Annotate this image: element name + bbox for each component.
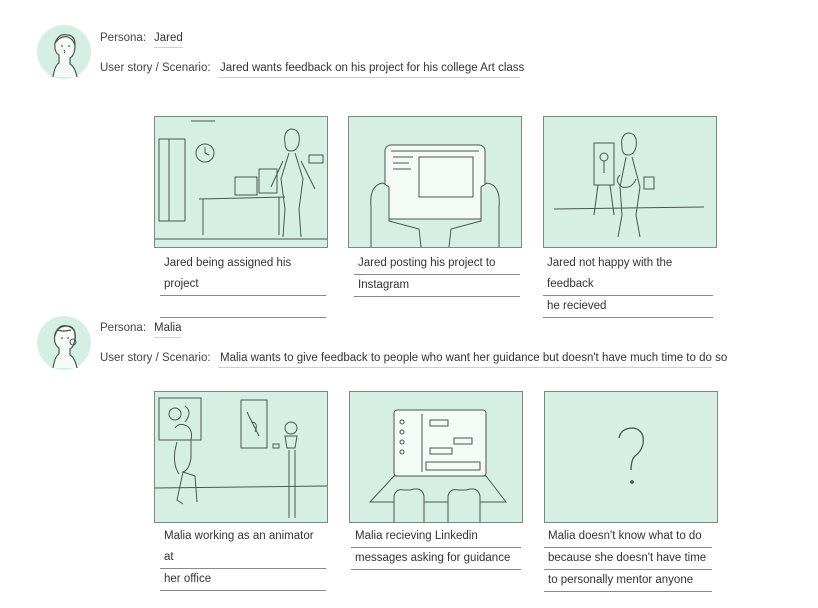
caption-line: Malia recieving Linkedin — [351, 526, 521, 548]
caption-line: to personally mentor anyone — [544, 570, 712, 592]
storyboard-panel-office — [154, 116, 328, 248]
caption-panel-2: Jared posting his project to Instagram — [354, 253, 520, 297]
caption-line: he recieved — [543, 296, 713, 318]
caption-line: Jared posting his project to — [354, 253, 520, 275]
question-mark-icon — [618, 427, 644, 484]
storyboard-panel-animator-office — [154, 391, 328, 523]
persona-name: Jared — [154, 32, 183, 48]
storyboard-panel-laptop — [349, 391, 523, 523]
malia-avatar-icon — [37, 316, 91, 370]
caption-line: because she doesn't have time — [544, 548, 712, 570]
story-label: User story / Scenario: — [100, 352, 211, 364]
story-text: Jared wants feedback on his project for … — [218, 62, 524, 78]
persona-label: Persona: — [100, 32, 147, 44]
persona-name: Malia — [154, 322, 182, 338]
storyboard-panel-tablet — [348, 116, 522, 248]
caption-panel-1: Jared being assigned his project — [160, 253, 326, 318]
caption-line: Jared not happy with the feedback — [543, 253, 713, 296]
caption-line: Malia working as an animator at — [160, 526, 326, 569]
caption-panel-3: Jared not happy with the feedback he rec… — [543, 253, 713, 318]
persona-label: Persona: — [100, 322, 147, 334]
caption-panel-4: Malia working as an animator at her offi… — [160, 526, 326, 591]
caption-line: Malia doesn't know what to do — [544, 526, 712, 548]
storyboard-panel-easel — [543, 116, 717, 248]
story-text: Malia wants to give feedback to people w… — [218, 352, 727, 368]
caption-panel-6: Malia doesn't know what to do because sh… — [544, 526, 712, 592]
storyboard-panel-question — [544, 391, 718, 523]
caption-panel-5: Malia recieving Linkedin messages asking… — [351, 526, 521, 570]
jared-avatar-icon — [37, 25, 91, 79]
caption-line: messages asking for guidance — [351, 548, 521, 570]
caption-line: her office — [160, 569, 326, 591]
caption-line: Instagram — [354, 275, 520, 297]
caption-line: Jared being assigned his project — [160, 253, 326, 296]
caption-line — [160, 296, 326, 318]
story-label: User story / Scenario: — [100, 62, 211, 74]
